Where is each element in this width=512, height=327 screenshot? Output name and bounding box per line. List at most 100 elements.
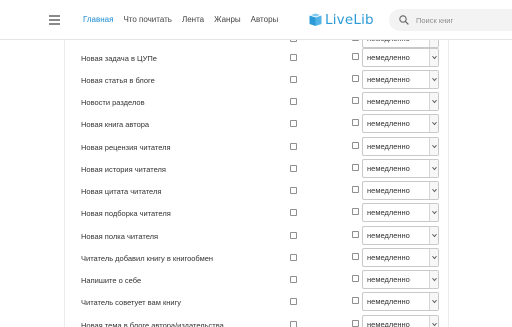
email-checkbox[interactable] [290,321,297,327]
search-box[interactable] [389,9,512,31]
nav-genres[interactable]: Жанры [214,14,241,25]
notification-row: Новая история читателя немедленно [65,158,448,180]
notification-label: Новая полка читателя [81,232,159,241]
chevron-down-icon [429,40,438,47]
site-checkbox[interactable] [352,275,359,282]
chevron-down-icon [429,182,438,199]
notification-settings: немедленноНовая задача в ЦУПенемедленноН… [64,40,449,327]
notification-row: Новости разделов немедленно [65,91,448,113]
notification-row: Новая статья в блоге немедленно [65,69,448,91]
notification-row: Напишите о себе немедленно [65,269,448,291]
frequency-select[interactable]: немедленно [362,114,439,133]
email-checkbox[interactable] [290,120,297,127]
nav-home[interactable]: Главная [83,14,113,25]
notification-label: Новая книга автора [81,120,150,129]
frequency-value: немедленно [367,297,410,306]
email-checkbox[interactable] [290,209,297,216]
frequency-select[interactable]: немедленно [362,70,439,89]
search-icon [399,15,409,25]
email-checkbox[interactable] [290,276,297,283]
frequency-select[interactable]: немедленно [362,92,439,111]
frequency-select[interactable]: немедленно [362,48,439,67]
email-checkbox[interactable] [290,187,297,194]
frequency-value: немедленно [367,208,410,217]
frequency-select[interactable]: немедленно [362,315,439,327]
frequency-select[interactable]: немедленно [362,181,439,200]
book-logo-icon [309,13,322,26]
frequency-select[interactable]: немедленно [362,137,439,156]
notification-label: Новая тема в блоге автора/издательства [81,321,224,327]
notification-row: Читатель советует вам книгу немедленно [65,291,448,313]
email-checkbox[interactable] [290,40,297,42]
email-checkbox[interactable] [290,143,297,150]
email-checkbox[interactable] [290,76,297,83]
notification-row: Новая тема в блоге автора/издательства не… [65,314,448,327]
chevron-down-icon [429,227,438,244]
frequency-select[interactable]: немедленно [362,226,439,245]
frequency-select[interactable]: немедленно [362,159,439,178]
notification-row: Новая рецензия читателя немедленно [65,136,448,158]
chevron-down-icon [429,71,438,88]
notification-label: Новая статья в блоге [81,76,155,85]
notification-row: Новая книга автора немедленно [65,113,448,135]
site-checkbox[interactable] [352,40,359,41]
nav-what-to-read[interactable]: Что почитать [123,14,172,25]
frequency-value: немедленно [367,253,410,262]
notification-label: Напишите о себе [81,276,142,285]
site-checkbox[interactable] [352,186,359,193]
site-checkbox[interactable] [352,208,359,215]
main-nav: Главная Что почитать Лента Жанры Авторы [83,14,288,25]
email-checkbox[interactable] [290,165,297,172]
chevron-down-icon [429,160,438,177]
notification-row: Новая задача в ЦУПе немедленно [65,47,448,69]
email-checkbox[interactable] [290,298,297,305]
notification-row: Новая полка читателя немедленно [65,225,448,247]
chevron-down-icon [429,271,438,288]
site-checkbox[interactable] [352,164,359,171]
frequency-value: немедленно [367,75,410,84]
frequency-value: немедленно [367,164,410,173]
email-checkbox[interactable] [290,98,297,105]
notification-label: Новая история читателя [81,165,166,174]
frequency-select[interactable]: немедленно [362,270,439,289]
notification-label: Читатель советует вам книгу [81,298,182,307]
frequency-value: немедленно [367,231,410,240]
site-checkbox[interactable] [352,231,359,238]
email-checkbox[interactable] [290,254,297,261]
site-checkbox[interactable] [352,142,359,149]
site-logo[interactable]: LiveLib [309,12,374,28]
site-checkbox[interactable] [352,97,359,104]
frequency-value: немедленно [367,142,410,151]
notification-label: Новости разделов [81,98,145,107]
frequency-select[interactable]: немедленно [362,203,439,222]
logo-text: LiveLib [325,12,374,28]
chevron-down-icon [429,204,438,221]
site-checkbox[interactable] [352,253,359,260]
notification-label: Новая рецензия читателя [81,143,171,152]
notification-row: Новая цитата читателя немедленно [65,180,448,202]
site-checkbox[interactable] [352,119,359,126]
site-checkbox[interactable] [352,75,359,82]
frequency-value: немедленно [367,97,410,106]
notification-label: Читатель добавил книгу в книгообмен [81,254,214,263]
nav-authors[interactable]: Авторы [251,14,279,25]
notification-label: Новая задача в ЦУПе [81,54,157,63]
site-checkbox[interactable] [352,320,359,327]
notification-label: Новая подборка читателя [81,209,171,218]
email-checkbox[interactable] [290,232,297,239]
menu-icon[interactable] [49,15,60,25]
site-checkbox[interactable] [352,53,359,60]
chevron-down-icon [429,249,438,266]
notification-row: Новая подборка читателя немедленно [65,202,448,224]
frequency-select[interactable]: немедленно [362,292,439,311]
chevron-down-icon [429,115,438,132]
email-checkbox[interactable] [290,54,297,61]
site-checkbox[interactable] [352,297,359,304]
chevron-down-icon [429,93,438,110]
nav-feed[interactable]: Лента [182,14,204,25]
search-input[interactable] [416,13,508,27]
frequency-value: немедленно [367,119,410,128]
notification-label: Новая цитата читателя [81,187,162,196]
frequency-value: немедленно [367,320,410,327]
frequency-select[interactable]: немедленно [362,248,439,267]
